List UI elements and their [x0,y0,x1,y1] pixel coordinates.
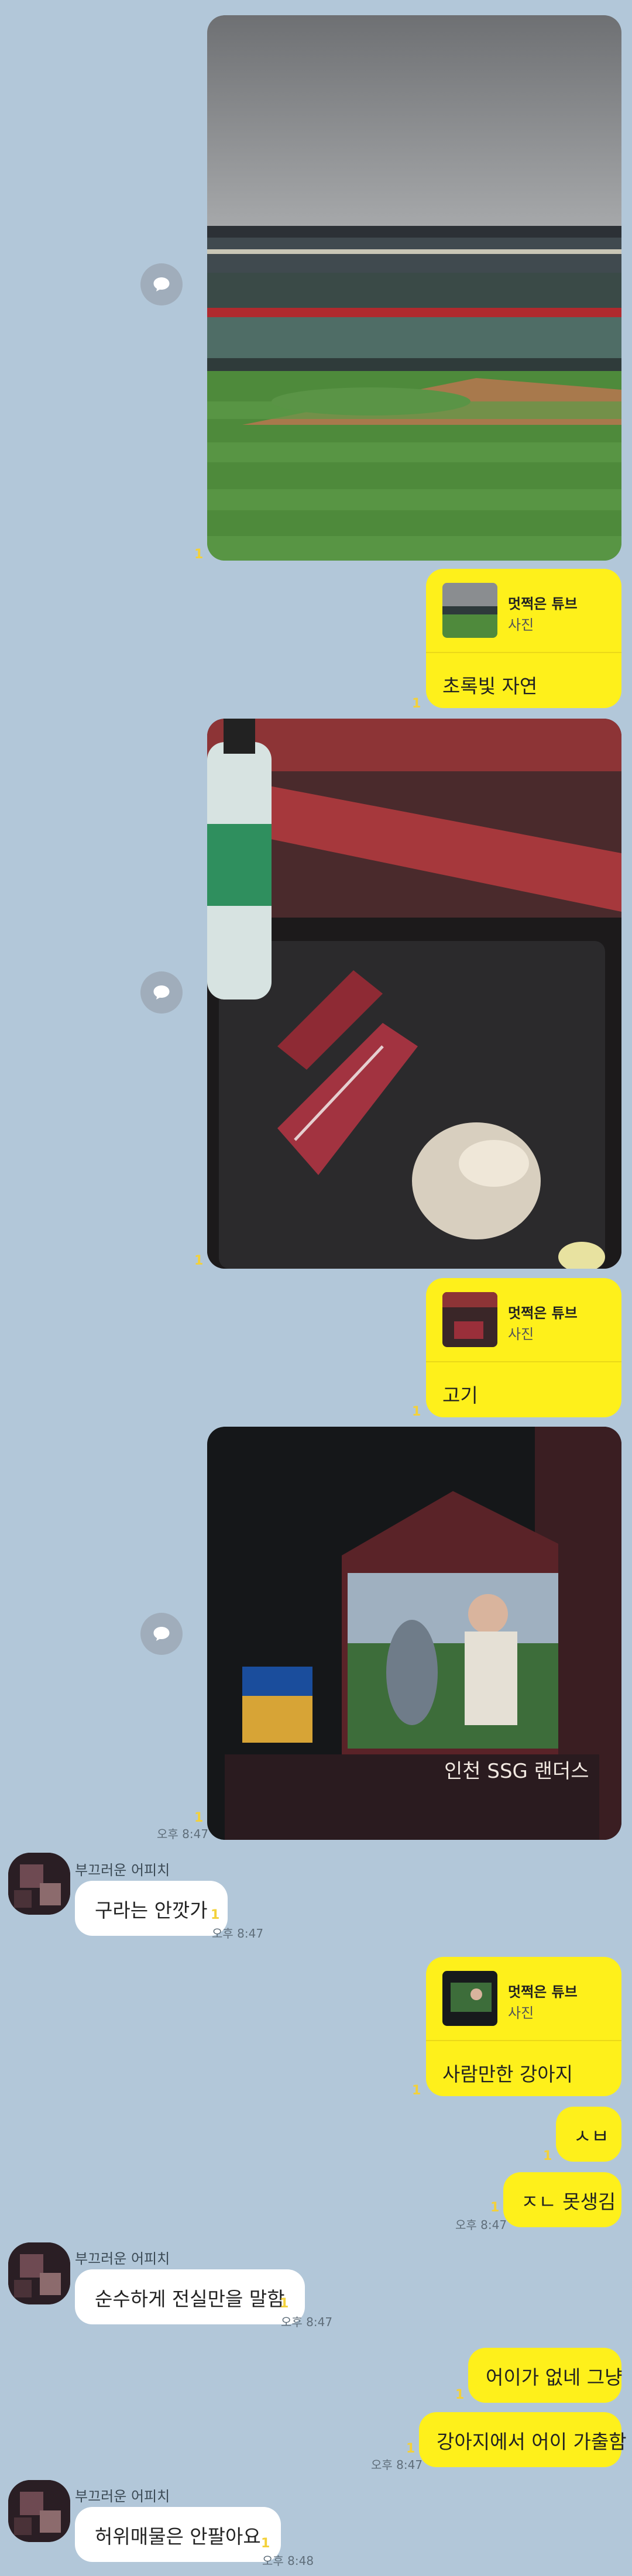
message-bubble[interactable]: 구라는 안깟가 [75,1881,228,1936]
unread-count: 1 [490,2200,500,2215]
divider [426,2040,621,2041]
post-type: 사진 [508,2005,534,2021]
shared-post-card[interactable]: 멋쩍은 튜브 사진 초록빛 자연 [426,569,621,708]
thumbnail-image [442,583,497,638]
divider [426,652,621,653]
post-caption: 사람만한 강아지 [442,2063,573,2086]
chat-bubble-icon [153,1627,170,1641]
unread-count: 1 [455,2388,465,2402]
scoreboard-image: 인천 SSG 랜더스 [207,1427,621,1840]
message-bubble[interactable]: ㅅㅂ [556,2107,621,2162]
unread-count: 1 [280,2296,289,2311]
shared-post-card[interactable]: 멋쩍은 튜브 사진 고기 [426,1278,621,1417]
message-time: 오후 8:47 [455,2218,507,2232]
post-thumbnail [442,583,497,638]
avatar[interactable] [8,2480,70,2542]
scoreboard-photo[interactable]: 인천 SSG 랜더스 [207,1427,621,1840]
unread-count: 1 [406,2441,415,2456]
unread-count: 1 [194,547,204,562]
message-time: 오후 8:47 [281,2315,333,2329]
message-time: 오후 8:47 [212,1926,264,1940]
share-button[interactable] [140,971,183,1014]
shared-post-card[interactable]: 멋쩍은 튜브 사진 사람만한 강아지 [426,1957,621,2096]
share-button[interactable] [140,1613,183,1655]
post-type: 사진 [508,617,534,633]
message-time: 오후 8:47 [371,2458,423,2472]
avatar-image [8,1853,70,1915]
unread-count: 1 [412,696,421,711]
scoreboard-text: 인천 SSG 랜더스 [444,1760,589,1783]
chat-bubble-icon [153,985,170,1000]
avatar-image [8,2480,70,2542]
sender-name: 부끄러운 어피치 [75,1862,170,1878]
unread-count: 1 [194,1253,204,1268]
stadium-image [207,15,621,561]
post-title: 멋쩍은 튜브 [508,1984,578,2000]
unread-count: 1 [412,2083,421,2098]
avatar[interactable] [8,2242,70,2304]
stadium-photo[interactable] [207,15,621,561]
unread-count: 1 [211,1908,220,1922]
sender-name: 부끄러운 어피치 [75,2488,170,2505]
post-caption: 초록빛 자연 [442,675,538,698]
divider [426,1361,621,1362]
message-bubble[interactable]: 허위매물은 안팔아요 [75,2507,281,2562]
avatar[interactable] [8,1853,70,1915]
unread-count: 1 [194,1811,204,1825]
post-thumbnail [442,1971,497,2026]
post-caption: 고기 [442,1384,478,1407]
avatar-image [8,2242,70,2304]
share-button[interactable] [140,263,183,305]
message-bubble[interactable]: 강아지에서 어이 가출함 [419,2412,627,2467]
message-bubble[interactable]: 순수하게 전실만을 말함 [75,2269,305,2324]
post-title: 멋쩍은 튜브 [508,1305,578,1321]
chat-bubble-icon [153,277,170,291]
message-time: 오후 8:48 [262,2554,314,2568]
post-thumbnail [442,1292,497,1347]
meat-photo[interactable] [207,719,621,1269]
unread-count: 1 [412,1404,421,1419]
message-time: 오후 8:47 [157,1827,209,1841]
thumbnail-image [442,1292,497,1347]
post-type: 사진 [508,1326,534,1342]
message-bubble[interactable]: 어이가 없네 그냥 [468,2348,623,2403]
sender-name: 부끄러운 어피치 [75,2251,170,2267]
unread-count: 1 [261,2536,270,2551]
message-bubble[interactable]: ㅈㄴ 못생김 [503,2172,621,2227]
meat-image [207,719,621,1269]
thumbnail-image [442,1971,497,2026]
unread-count: 1 [543,2149,552,2163]
post-title: 멋쩍은 튜브 [508,596,578,612]
